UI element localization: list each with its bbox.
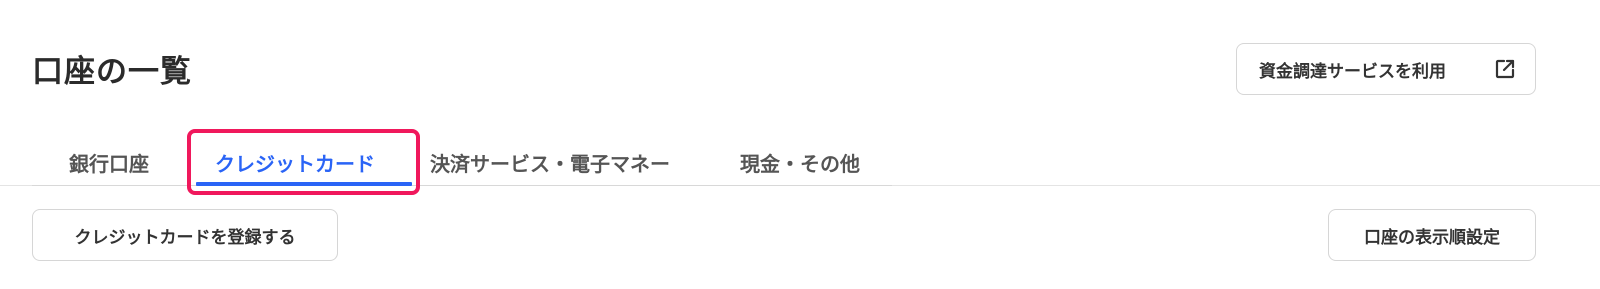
accounts-page: 口座の一覧 資金調達サービスを利用 銀行口座 クレジットカード 決済サービス・電… xyxy=(0,0,1600,289)
tab-bank-accounts[interactable]: 銀行口座 xyxy=(69,148,149,177)
tab-cash-other[interactable]: 現金・その他 xyxy=(740,148,860,177)
register-card-button[interactable]: クレジットカードを登録する xyxy=(32,209,338,261)
display-order-button[interactable]: 口座の表示順設定 xyxy=(1328,209,1536,261)
funding-service-button-label: 資金調達サービスを利用 xyxy=(1259,61,1446,82)
active-tab-indicator xyxy=(196,182,412,186)
external-link-icon xyxy=(1495,59,1515,79)
tab-credit-cards[interactable]: クレジットカード xyxy=(215,148,375,177)
tabs-baseline xyxy=(32,185,892,186)
tab-payment-services[interactable]: 決済サービス・電子マネー xyxy=(430,148,670,177)
page-title: 口座の一覧 xyxy=(32,54,192,90)
funding-service-button[interactable]: 資金調達サービスを利用 xyxy=(1236,43,1536,95)
